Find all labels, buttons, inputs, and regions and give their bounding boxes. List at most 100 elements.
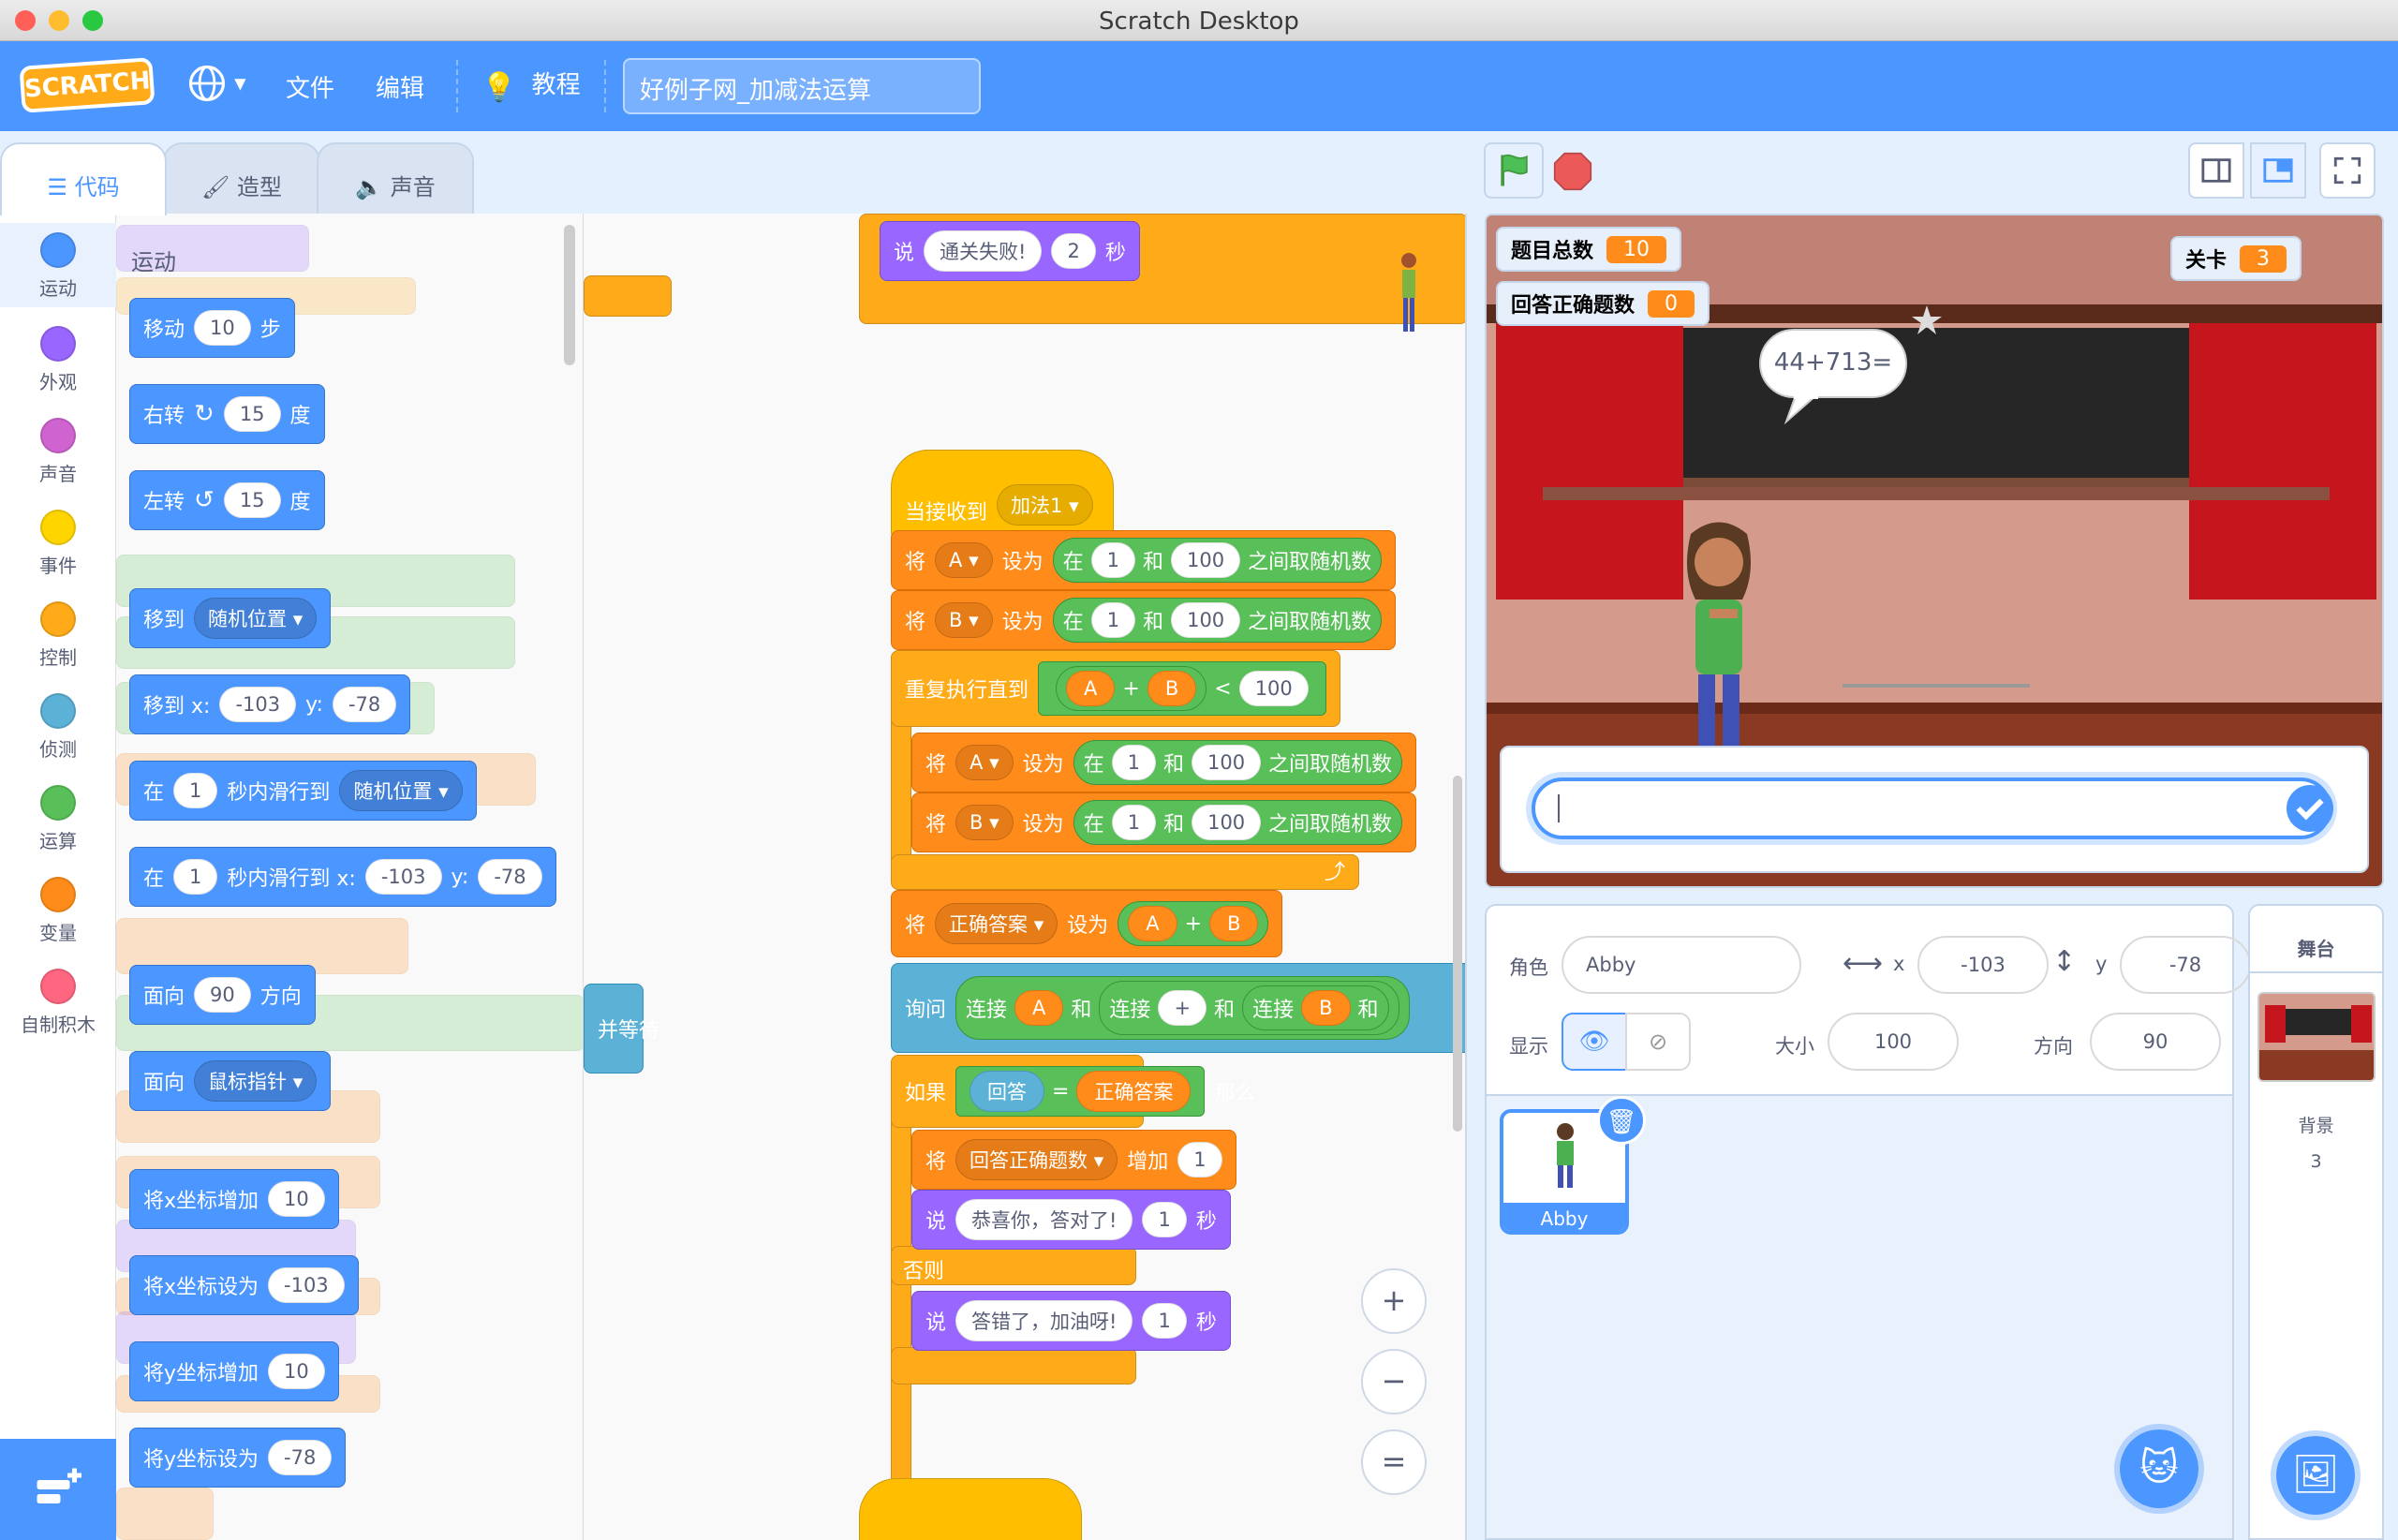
add-extension-button[interactable]	[0, 1439, 116, 1540]
less-than-operator[interactable]: A + B < 100	[1038, 661, 1326, 716]
block-input[interactable]: 100	[1238, 671, 1309, 706]
show-hidden-button[interactable]: ⊘	[1625, 1013, 1691, 1071]
block-glide-xy[interactable]: 在 1 秒内滑行到 x: -103 y: -78	[129, 847, 556, 907]
block-say-correct[interactable]: 说 恭喜你，答对了! 1 秒	[911, 1190, 1231, 1250]
block-input[interactable]: +	[1158, 990, 1207, 1026]
random-operator[interactable]: 在 1 和 100 之间取随机数	[1052, 538, 1383, 583]
monitor-correct-count[interactable]: 回答正确题数 0	[1496, 281, 1710, 326]
variable-reporter[interactable]: A	[1128, 906, 1177, 941]
monitor-level[interactable]: 关卡 3	[2170, 236, 2302, 281]
block-set-x[interactable]: 将x坐标设为 -103	[129, 1255, 359, 1315]
block-set-y[interactable]: 将y坐标设为 -78	[129, 1428, 347, 1488]
abby-sprite[interactable]	[1653, 515, 1784, 759]
repeat-c-foot[interactable]: ⤴	[891, 854, 1359, 890]
fullscreen-button[interactable]	[2319, 142, 2376, 199]
block-input[interactable]: 100	[1192, 805, 1262, 840]
variable-dropdown[interactable]: B ▾	[955, 805, 1014, 840]
category-sound[interactable]: 声音	[0, 408, 116, 493]
variable-dropdown[interactable]: 回答正确题数 ▾	[955, 1139, 1118, 1180]
tutorials-menu[interactable]: 💡 教程	[481, 66, 581, 104]
join-operator[interactable]: 连接 + 和 连接 B 和	[1099, 981, 1399, 1035]
workspace-scrollbar[interactable]	[1453, 776, 1462, 1132]
ask-wait-block-end[interactable]: 并等待	[584, 984, 659, 1074]
block-point-towards[interactable]: 面向 鼠标指针 ▾	[129, 1051, 332, 1111]
block-change-correct[interactable]: 将 回答正确题数 ▾ 增加 1	[911, 1130, 1236, 1190]
block-input[interactable]: 100	[1192, 745, 1262, 780]
block-repeat-until[interactable]: 重复执行直到 A + B < 100	[891, 650, 1340, 727]
join-operator[interactable]: 连接 B 和	[1242, 985, 1389, 1030]
point-towards-dropdown[interactable]: 鼠标指针 ▾	[194, 1060, 318, 1102]
choose-sprite-button[interactable]: 🐱	[2114, 1424, 2204, 1514]
show-visible-button[interactable]: 👁	[1562, 1013, 1627, 1071]
category-my-blocks[interactable]: 自制积木	[0, 959, 116, 1044]
green-flag-button[interactable]	[1484, 142, 1544, 199]
category-operators[interactable]: 运算	[0, 776, 116, 860]
block-change-x[interactable]: 将x坐标增加 10	[129, 1169, 339, 1229]
project-title-input[interactable]: 好例子网_加减法运算	[623, 58, 981, 114]
block-input[interactable]: -78	[478, 859, 542, 895]
if-c-foot[interactable]	[891, 1347, 1136, 1385]
goto-dropdown[interactable]: 随机位置 ▾	[194, 598, 318, 639]
size-input[interactable]: 100	[1828, 1013, 1959, 1071]
block-goto-xy[interactable]: 移到 x: -103 y: -78	[129, 674, 411, 734]
stop-button[interactable]	[1553, 152, 1592, 191]
category-sensing[interactable]: 侦测	[0, 684, 116, 768]
direction-input[interactable]: 90	[2090, 1013, 2221, 1071]
language-menu[interactable]: ▼	[187, 64, 246, 103]
variable-dropdown[interactable]: A ▾	[955, 745, 1014, 780]
delete-sprite-button[interactable]: 🗑	[1597, 1096, 1646, 1145]
partial-hat-block[interactable]	[859, 1478, 1082, 1540]
equals-operator[interactable]: 回答 = 正确答案	[955, 1066, 1206, 1117]
zoom-in-button[interactable]: +	[1361, 1268, 1427, 1334]
block-change-y[interactable]: 将y坐标增加 10	[129, 1341, 339, 1401]
block-input[interactable]: 10	[194, 310, 251, 346]
answer-reporter[interactable]: 回答	[970, 1071, 1045, 1112]
partial-block[interactable]	[584, 275, 672, 317]
block-set-correct-answer[interactable]: 将 正确答案 ▾ 设为 A + B	[891, 890, 1283, 957]
variable-reporter[interactable]: B	[1301, 990, 1351, 1026]
random-operator[interactable]: 在 1 和 100 之间取随机数	[1052, 598, 1383, 643]
block-when-receive[interactable]: 当接收到 加法1 ▾	[891, 450, 1114, 540]
tab-sounds[interactable]: 🔈 声音	[317, 142, 474, 215]
x-input[interactable]: -103	[1917, 936, 2049, 994]
script-workspace[interactable]: 并等待 说 通关失败! 2 秒 当接收到 加法1 ▾ 将 A ▾ 设为 在 1 …	[583, 214, 1467, 1540]
scratch-logo[interactable]: SCRATCH	[19, 57, 155, 113]
zoom-reset-button[interactable]: =	[1361, 1429, 1427, 1495]
block-input[interactable]: 1	[173, 773, 218, 808]
zoom-out-button[interactable]: −	[1361, 1349, 1427, 1414]
small-stage-button[interactable]	[2188, 142, 2244, 199]
variable-reporter[interactable]: B	[1147, 671, 1197, 706]
join-operator[interactable]: 连接 A 和 连接 + 和 连接 B 和	[955, 976, 1410, 1040]
block-input[interactable]: 1	[1090, 602, 1136, 638]
block-say-wrong[interactable]: 说 答错了，加油呀! 1 秒	[911, 1291, 1231, 1351]
block-if-else[interactable]: 如果 回答 = 正确答案 那么	[891, 1055, 1255, 1128]
category-looks[interactable]: 外观	[0, 317, 116, 401]
block-input[interactable]: -103	[364, 859, 442, 895]
large-stage-button[interactable]	[2250, 142, 2306, 199]
block-input[interactable]: 10	[268, 1181, 325, 1217]
sprite-name-input[interactable]: Abby	[1562, 936, 1801, 994]
category-variables[interactable]: 变量	[0, 867, 116, 952]
variable-reporter[interactable]: A	[1014, 990, 1064, 1026]
block-input[interactable]: 1	[1111, 805, 1157, 840]
block-say-fail[interactable]: 说 通关失败! 2 秒	[880, 221, 1140, 281]
add-operator[interactable]: A + B	[1118, 901, 1269, 946]
y-input[interactable]: -78	[2120, 936, 2251, 994]
block-input[interactable]: 15	[223, 482, 281, 518]
tab-code[interactable]: ☰ 代码	[0, 142, 167, 215]
variable-dropdown[interactable]: A ▾	[935, 542, 993, 578]
block-input[interactable]: 15	[223, 396, 281, 432]
block-ask-and-wait[interactable]: 询问 连接 A 和 连接 + 和 连接 B 和	[891, 963, 1465, 1053]
stage-canvas[interactable]: 44+713= 题目总数 10 回答正确题数 0 关卡 3	[1485, 214, 2384, 888]
block-input[interactable]: 恭喜你，答对了!	[955, 1199, 1133, 1240]
file-menu[interactable]: 文件	[286, 69, 334, 104]
block-input[interactable]: 1	[1111, 745, 1157, 780]
variable-reporter[interactable]: A	[1066, 671, 1116, 706]
stage-selector-panel[interactable]: 舞台 背景 3 🖼	[2248, 904, 2384, 1540]
block-turn-right[interactable]: 右转 ↻ 15 度	[129, 384, 325, 444]
random-operator[interactable]: 在 1 和 100 之间取随机数	[1073, 740, 1403, 785]
block-input[interactable]: -103	[268, 1267, 345, 1303]
block-move-steps[interactable]: 移动 10 步	[129, 298, 295, 358]
variable-dropdown[interactable]: B ▾	[935, 602, 993, 638]
block-set-a[interactable]: 将 A ▾ 设为 在 1 和 100 之间取随机数	[891, 530, 1397, 590]
